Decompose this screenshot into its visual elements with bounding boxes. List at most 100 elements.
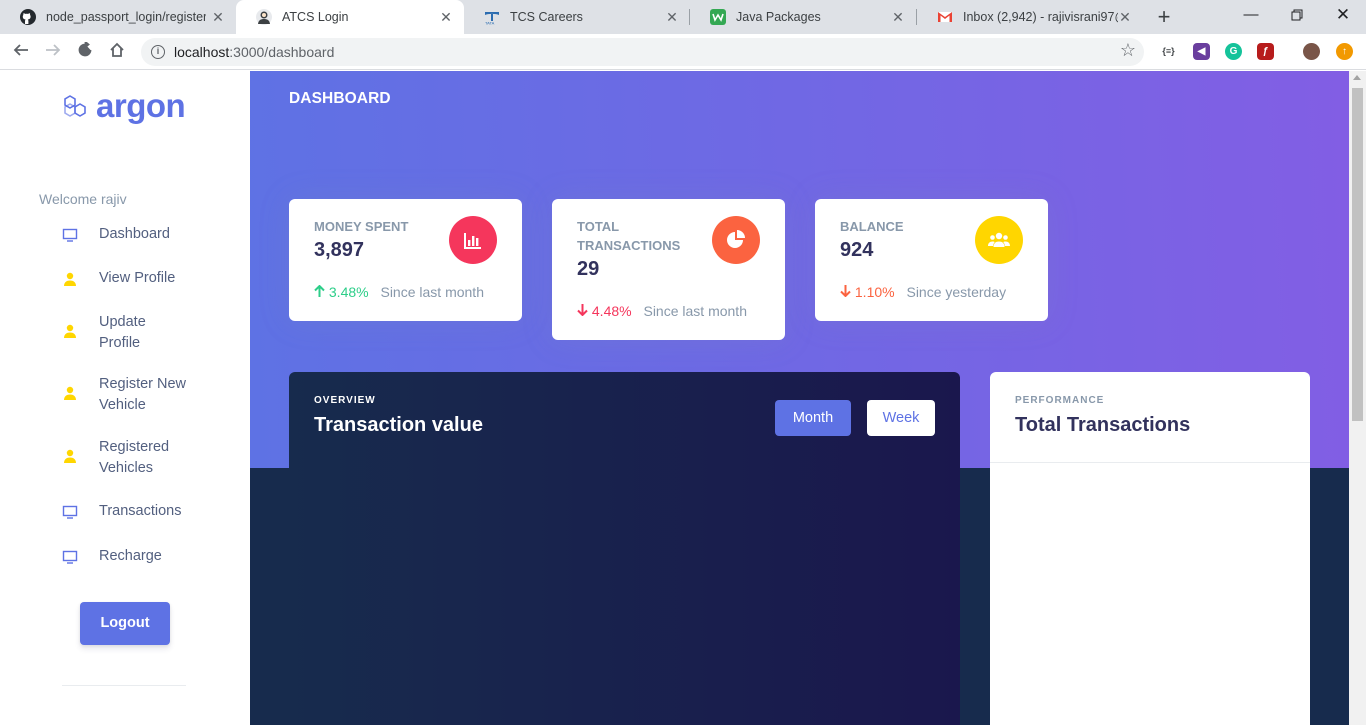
flash-extension-icon[interactable]: ƒ (1257, 43, 1274, 60)
card-title: Transaction value (314, 414, 483, 436)
logout-button[interactable]: Logout (80, 602, 170, 645)
close-icon[interactable]: ✕ (210, 9, 226, 25)
extension-purple-icon[interactable]: ◀ (1193, 43, 1210, 60)
sidebar-item-label: Recharge (99, 548, 162, 564)
page-scrollbar[interactable] (1349, 71, 1366, 725)
close-icon[interactable]: ✕ (890, 9, 906, 25)
stat-icon-circle (712, 216, 760, 264)
stat-change: 3.48% (328, 284, 369, 300)
stat-since: Since yesterday (906, 284, 1007, 300)
browser-tab-strip: node_passport_login/register.e ✕ ATCS Lo… (0, 0, 1366, 34)
scroll-up-arrow-icon[interactable] (1353, 75, 1361, 80)
dashboard-page: argon Welcome rajiv Dashboard View Profi… (0, 71, 1366, 725)
new-tab-button[interactable]: + (1152, 5, 1176, 29)
arrow-down-icon (577, 303, 592, 319)
close-window-button[interactable]: ✕ (1320, 0, 1366, 30)
address-bar[interactable]: i localhost:3000/dashboard ☆ (141, 38, 1144, 66)
performance-card-header: PERFORMANCE Total Transactions (990, 372, 1310, 463)
tab-atcs-login[interactable]: ATCS Login ✕ (236, 0, 464, 34)
sidebar-item-label: Transactions (99, 503, 182, 519)
welcome-text: Welcome rajiv (39, 191, 127, 207)
chart-pie-icon (727, 230, 745, 248)
sidebar-item-registered-vehicles[interactable]: Registered Vehicles (62, 437, 184, 479)
minimize-button[interactable]: ― (1228, 0, 1274, 30)
sidebar-item-label: Register New Vehicle (99, 376, 187, 413)
stat-title: TOTAL TRANSACTIONS (577, 219, 681, 253)
stat-since: Since last month (643, 303, 747, 319)
tab-title: ATCS Login (282, 10, 349, 24)
stat-card-balance: BALANCE 924 1.10% Since yesterday (815, 199, 1048, 321)
card-kicker: PERFORMANCE (1015, 395, 1105, 406)
restore-button[interactable] (1274, 0, 1320, 30)
argon-logo-icon (64, 95, 86, 117)
user-icon (64, 449, 76, 463)
gmail-icon (937, 9, 953, 25)
stat-change: 1.10% (854, 284, 895, 300)
bookmark-star-icon[interactable]: ☆ (1120, 40, 1136, 61)
stat-footer: 4.48% Since last month (577, 303, 747, 319)
reload-button[interactable] (73, 40, 97, 64)
monitor-icon (62, 550, 78, 564)
sidebar-divider (62, 685, 186, 686)
monitor-icon (62, 228, 78, 242)
svg-text:TATA: TATA (485, 21, 495, 26)
sidebar-item-recharge[interactable]: Recharge (62, 546, 209, 567)
json-extension-icon[interactable]: {≡} (1160, 43, 1177, 60)
user-icon (64, 324, 76, 338)
url-path: :3000/dashboard (229, 44, 335, 60)
brand-logo[interactable]: argon (62, 87, 186, 125)
url-host: localhost (174, 44, 230, 60)
tab-github[interactable]: node_passport_login/register.e ✕ (0, 0, 236, 34)
arrow-up-icon (314, 284, 329, 300)
close-icon[interactable]: ✕ (438, 9, 454, 25)
overview-chart-card: OVERVIEW Transaction value Month Week (289, 372, 960, 725)
week-toggle-button[interactable]: Week (867, 400, 935, 436)
chart-bar-icon (464, 233, 481, 249)
brand-name: argon (96, 87, 186, 124)
sidebar-item-update-profile[interactable]: Update Profile (62, 312, 174, 354)
card-title: Total Transactions (1015, 414, 1191, 436)
info-icon[interactable]: i (151, 45, 165, 59)
tab-tcs-careers[interactable]: TATA TCS Careers ✕ (464, 0, 690, 34)
stat-icon-circle (975, 216, 1023, 264)
tab-title: node_passport_login/register.e (46, 10, 206, 24)
atcs-icon (256, 9, 272, 25)
sidebar-item-dashboard[interactable]: Dashboard (62, 224, 209, 245)
profile-avatar-icon[interactable] (1303, 43, 1320, 60)
back-button[interactable] (9, 40, 33, 64)
sidebar-item-register-vehicle[interactable]: Register New Vehicle (62, 374, 194, 416)
stat-footer: 3.48% Since last month (314, 284, 484, 300)
sidebar-item-transactions[interactable]: Transactions (62, 501, 209, 522)
sidebar-item-label: Registered Vehicles (99, 439, 170, 476)
home-icon (110, 42, 124, 57)
monitor-icon (62, 505, 78, 519)
close-icon[interactable]: ✕ (664, 9, 680, 25)
home-button[interactable] (105, 40, 129, 64)
stat-icon-circle (449, 216, 497, 264)
tab-java-packages[interactable]: Java Packages ✕ (690, 0, 916, 34)
grammarly-icon[interactable]: G (1225, 43, 1242, 60)
url-text: localhost:3000/dashboard (174, 44, 334, 60)
stat-card-total-transactions: TOTAL TRANSACTIONS 29 4.48% Since last m… (552, 199, 785, 340)
stat-since: Since last month (380, 284, 484, 300)
close-icon[interactable]: ✕ (1117, 9, 1133, 25)
restore-icon (1291, 9, 1303, 21)
tab-title: TCS Careers (510, 10, 583, 24)
stat-value: 924 (840, 239, 874, 261)
month-toggle-button[interactable]: Month (775, 400, 851, 436)
update-icon[interactable]: ↑ (1336, 43, 1353, 60)
forward-button[interactable] (41, 40, 65, 64)
main-content: DASHBOARD MONEY SPENT 3,897 3.48% Since … (250, 71, 1349, 725)
page-title[interactable]: DASHBOARD (289, 90, 391, 108)
user-icon (64, 386, 76, 400)
card-kicker: OVERVIEW (314, 395, 376, 406)
arrow-right-icon (46, 44, 61, 56)
scrollbar-thumb[interactable] (1352, 88, 1363, 421)
stat-title: BALANCE (840, 219, 904, 234)
sidebar: argon Welcome rajiv Dashboard View Profi… (0, 71, 250, 725)
stat-title: MONEY SPENT (314, 219, 409, 234)
stat-card-money-spent: MONEY SPENT 3,897 3.48% Since last month (289, 199, 522, 321)
sidebar-item-view-profile[interactable]: View Profile (62, 268, 209, 289)
tab-gmail-inbox[interactable]: Inbox (2,942) - rajivisrani97@g ✕ (917, 0, 1143, 34)
stat-change: 4.48% (591, 303, 632, 319)
